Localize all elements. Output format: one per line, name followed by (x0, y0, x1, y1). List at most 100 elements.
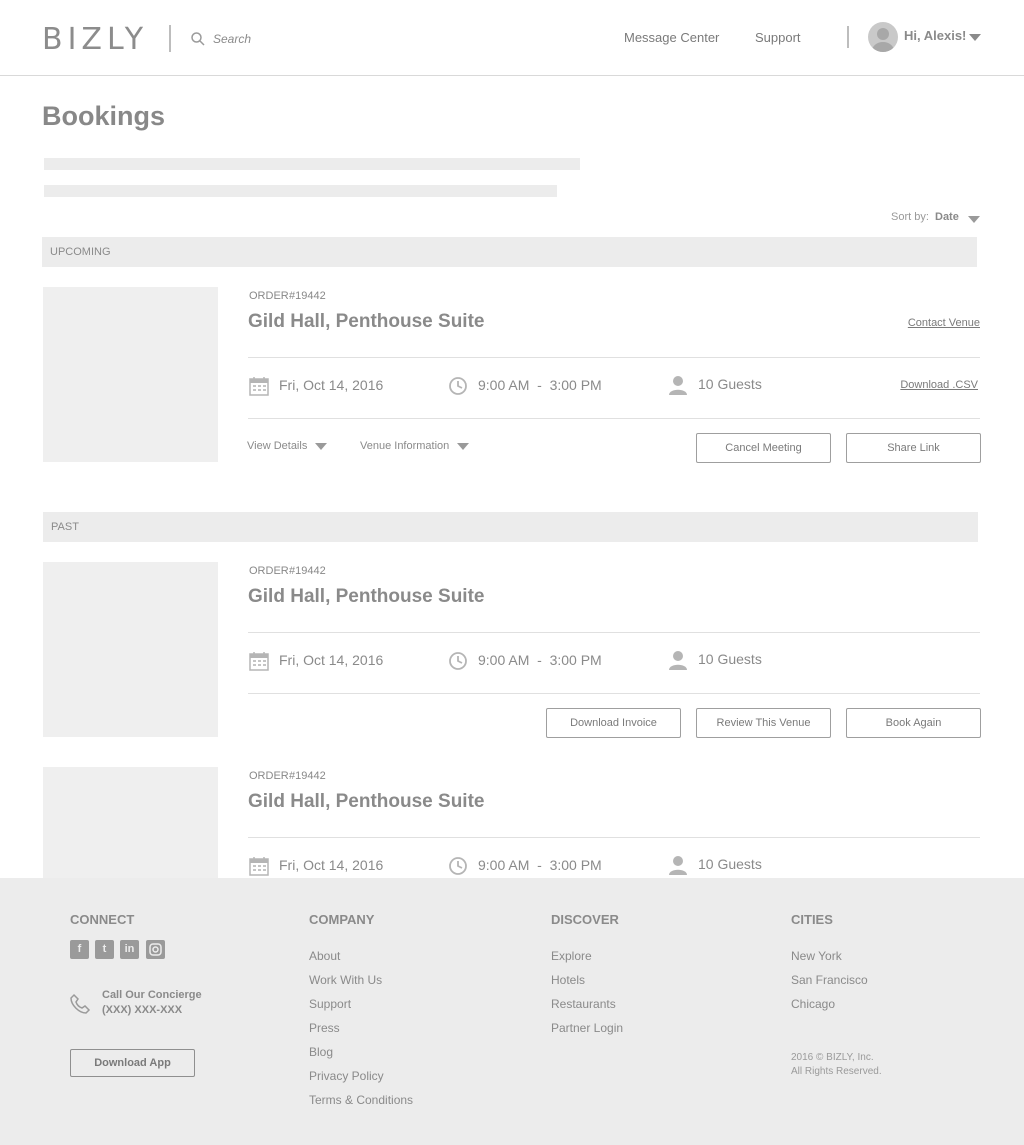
order-number: #19442 (289, 290, 326, 302)
copyright: 2016 © BIZLY, Inc. (791, 1052, 874, 1063)
footer-link-restaurants[interactable]: Restaurants (551, 992, 623, 1016)
cancel-meeting-button[interactable]: Cancel Meeting (696, 433, 831, 463)
nav-support[interactable]: Support (755, 30, 801, 45)
top-header: BIZLY Message Center Support Hi, Alexis! (0, 0, 1024, 76)
guests-icon (669, 856, 687, 875)
avatar[interactable] (868, 22, 898, 52)
chevron-down-icon (457, 442, 470, 450)
venue-image[interactable] (43, 562, 218, 737)
footer: CONNECT f t in Call Our Concierge (XXX) … (0, 878, 1024, 1145)
download-csv-link[interactable]: Download .CSV (900, 379, 978, 391)
search-icon[interactable] (190, 31, 206, 47)
footer-link-blog[interactable]: Blog (309, 1040, 413, 1064)
footer-company-title: COMPANY (309, 912, 375, 927)
sort-select[interactable]: Date (935, 211, 959, 223)
guests-icon (669, 651, 687, 670)
venue-name[interactable]: Gild Hall, Penthouse Suite (248, 586, 484, 608)
divider (248, 837, 980, 838)
booking-card-past: ORDER #19442 Gild Hall, Penthouse Suite … (42, 562, 982, 742)
footer-connect-title: CONNECT (70, 912, 135, 927)
clock-icon (449, 652, 467, 670)
footer-link-chicago[interactable]: Chicago (791, 992, 868, 1016)
bizly-logo[interactable]: BIZLY (42, 22, 148, 57)
booking-guests: 10 Guests (698, 376, 762, 392)
footer-cities-title: CITIES (791, 912, 833, 927)
instagram-icon[interactable] (146, 940, 165, 959)
footer-link-terms[interactable]: Terms & Conditions (309, 1088, 413, 1112)
phone-icon (70, 993, 91, 1014)
footer-link-privacy[interactable]: Privacy Policy (309, 1064, 413, 1088)
order-label: ORDER (249, 565, 289, 577)
contact-venue-link[interactable]: Contact Venue (908, 317, 980, 329)
venue-information-dropdown[interactable]: Venue Information (360, 440, 470, 452)
venue-name[interactable]: Gild Hall, Penthouse Suite (248, 311, 484, 333)
divider (248, 632, 980, 633)
clock-icon (449, 377, 467, 395)
footer-link-san-francisco[interactable]: San Francisco (791, 968, 868, 992)
booking-guests: 10 Guests (698, 651, 762, 667)
linkedin-icon[interactable]: in (120, 940, 139, 959)
order-number: #19442 (289, 565, 326, 577)
venue-info-label: Venue Information (360, 440, 450, 452)
divider (248, 357, 980, 358)
booking-card-past: ORDER #19442 Gild Hall, Penthouse Suite … (42, 767, 982, 878)
footer-link-partner-login[interactable]: Partner Login (551, 1016, 623, 1040)
download-invoice-button[interactable]: Download Invoice (546, 708, 681, 738)
footer-link-work-with-us[interactable]: Work With Us (309, 968, 413, 992)
rights-reserved: All Rights Reserved. (791, 1066, 882, 1077)
review-venue-button[interactable]: Review This Venue (696, 708, 831, 738)
footer-company-links: About Work With Us Support Press Blog Pr… (309, 944, 413, 1112)
chevron-down-icon (315, 442, 328, 450)
placeholder-line (44, 158, 580, 170)
section-header-past: PAST (43, 512, 978, 542)
footer-link-explore[interactable]: Explore (551, 944, 623, 968)
booking-date: Fri, Oct 14, 2016 (279, 652, 384, 668)
call-concierge-label: Call Our Concierge (102, 989, 202, 1001)
header-divider (169, 25, 171, 52)
booking-date: Fri, Oct 14, 2016 (279, 377, 384, 393)
header-divider (847, 26, 849, 48)
calendar-icon (249, 652, 269, 671)
view-details-label: View Details (247, 440, 308, 452)
share-link-button[interactable]: Share Link (846, 433, 981, 463)
order-label: ORDER (249, 770, 289, 782)
user-greeting[interactable]: Hi, Alexis! (904, 28, 966, 43)
footer-discover-links: Explore Hotels Restaurants Partner Login (551, 944, 623, 1040)
view-details-dropdown[interactable]: View Details (247, 440, 328, 452)
booking-time: 9:00 AM - 3:00 PM (478, 377, 602, 393)
booking-date: Fri, Oct 14, 2016 (279, 857, 384, 873)
facebook-icon[interactable]: f (70, 940, 89, 959)
footer-link-support[interactable]: Support (309, 992, 413, 1016)
calendar-icon (249, 377, 269, 396)
download-app-button[interactable]: Download App (70, 1049, 195, 1077)
venue-image[interactable] (43, 767, 218, 878)
booking-time: 9:00 AM - 3:00 PM (478, 857, 602, 873)
twitter-icon[interactable]: t (95, 940, 114, 959)
clock-icon (449, 857, 467, 875)
search-input[interactable] (213, 28, 413, 50)
footer-link-new-york[interactable]: New York (791, 944, 868, 968)
booking-time: 9:00 AM - 3:00 PM (478, 652, 602, 668)
divider (248, 693, 980, 694)
footer-discover-title: DISCOVER (551, 912, 619, 927)
booking-guests: 10 Guests (698, 856, 762, 872)
placeholder-line (44, 185, 557, 197)
book-again-button[interactable]: Book Again (846, 708, 981, 738)
footer-link-about[interactable]: About (309, 944, 413, 968)
footer-cities-links: New York San Francisco Chicago (791, 944, 868, 1016)
order-label: ORDER (249, 290, 289, 302)
venue-name[interactable]: Gild Hall, Penthouse Suite (248, 791, 484, 813)
chevron-down-icon[interactable] (969, 34, 981, 41)
sort-label: Sort by: (891, 211, 929, 223)
concierge-phone[interactable]: (XXX) XXX-XXX (102, 1004, 182, 1016)
chevron-down-icon[interactable] (968, 216, 980, 223)
footer-link-press[interactable]: Press (309, 1016, 413, 1040)
footer-link-hotels[interactable]: Hotels (551, 968, 623, 992)
order-number: #19442 (289, 770, 326, 782)
booking-card-upcoming: ORDER #19442 Gild Hall, Penthouse Suite … (42, 287, 982, 467)
guests-icon (669, 376, 687, 395)
nav-message-center[interactable]: Message Center (624, 30, 719, 45)
page-title: Bookings (42, 101, 166, 131)
section-header-upcoming: UPCOMING (42, 237, 977, 267)
venue-image[interactable] (43, 287, 218, 462)
